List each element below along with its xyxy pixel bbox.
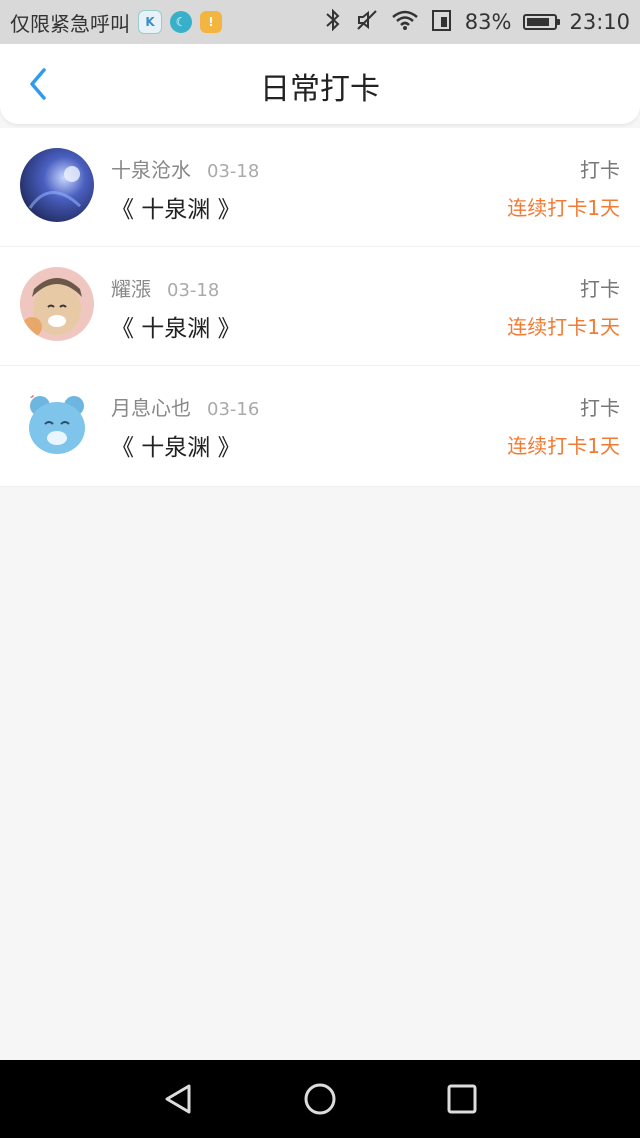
checkin-row[interactable]: 月息心也 03-16 《 十泉渊 》 打卡 连续打卡1天 bbox=[0, 366, 640, 487]
checkin-action: 打卡 bbox=[580, 158, 620, 182]
recents-square-icon bbox=[447, 1084, 477, 1114]
checkin-row[interactable]: 耀漲 03-18 《 十泉渊 》 打卡 连续打卡1天 bbox=[0, 247, 640, 366]
book-title[interactable]: 《 十泉渊 》 bbox=[111, 428, 241, 462]
clock: 23:10 bbox=[569, 10, 630, 34]
avatar[interactable] bbox=[20, 386, 94, 460]
battery-percent: 83% bbox=[464, 10, 512, 34]
checkin-date: 03-16 bbox=[207, 399, 260, 420]
home-circle-icon bbox=[304, 1083, 336, 1115]
nav-back-button[interactable] bbox=[158, 1079, 198, 1119]
avatar[interactable] bbox=[20, 148, 94, 222]
moon-icon: ☾ bbox=[170, 11, 192, 33]
mute-icon bbox=[355, 8, 379, 37]
back-triangle-icon bbox=[165, 1084, 191, 1114]
checkin-action: 打卡 bbox=[580, 396, 620, 420]
streak-label: 连续打卡1天 bbox=[507, 434, 620, 458]
book-title[interactable]: 《 十泉渊 》 bbox=[111, 309, 241, 343]
carrier-text: 仅限紧急呼叫 bbox=[10, 11, 130, 36]
page-title: 日常打卡 bbox=[260, 72, 380, 107]
checkin-list: 十泉沧水 03-18 《 十泉渊 》 打卡 连续打卡1天 耀漲 03-18 《 … bbox=[0, 128, 640, 487]
book-title[interactable]: 《 十泉渊 》 bbox=[111, 190, 241, 224]
streak-label: 连续打卡1天 bbox=[507, 315, 620, 339]
checkin-row[interactable]: 十泉沧水 03-18 《 十泉渊 》 打卡 连续打卡1天 bbox=[0, 128, 640, 247]
sim-icon bbox=[431, 8, 453, 37]
streak-label: 连续打卡1天 bbox=[507, 196, 620, 220]
notification-icon: ! bbox=[200, 11, 222, 33]
username[interactable]: 耀漲 bbox=[111, 273, 151, 302]
checkin-date: 03-18 bbox=[167, 280, 220, 301]
system-nav-bar bbox=[0, 1060, 640, 1138]
battery-icon bbox=[523, 14, 561, 30]
nav-recents-button[interactable] bbox=[442, 1079, 482, 1119]
nav-home-button[interactable] bbox=[300, 1079, 340, 1119]
checkin-date: 03-18 bbox=[207, 161, 260, 182]
username[interactable]: 月息心也 bbox=[111, 392, 191, 421]
bluetooth-icon bbox=[323, 8, 343, 37]
app-header: 日常打卡 bbox=[0, 44, 640, 124]
battery-fill bbox=[527, 18, 550, 26]
k-icon: K bbox=[138, 10, 162, 34]
wifi-icon bbox=[391, 9, 419, 36]
checkin-action: 打卡 bbox=[580, 277, 620, 301]
status-bar: 仅限紧急呼叫 K ☾ ! 83% 23:10 bbox=[0, 0, 640, 44]
username[interactable]: 十泉沧水 bbox=[111, 154, 191, 183]
avatar[interactable] bbox=[20, 267, 94, 341]
